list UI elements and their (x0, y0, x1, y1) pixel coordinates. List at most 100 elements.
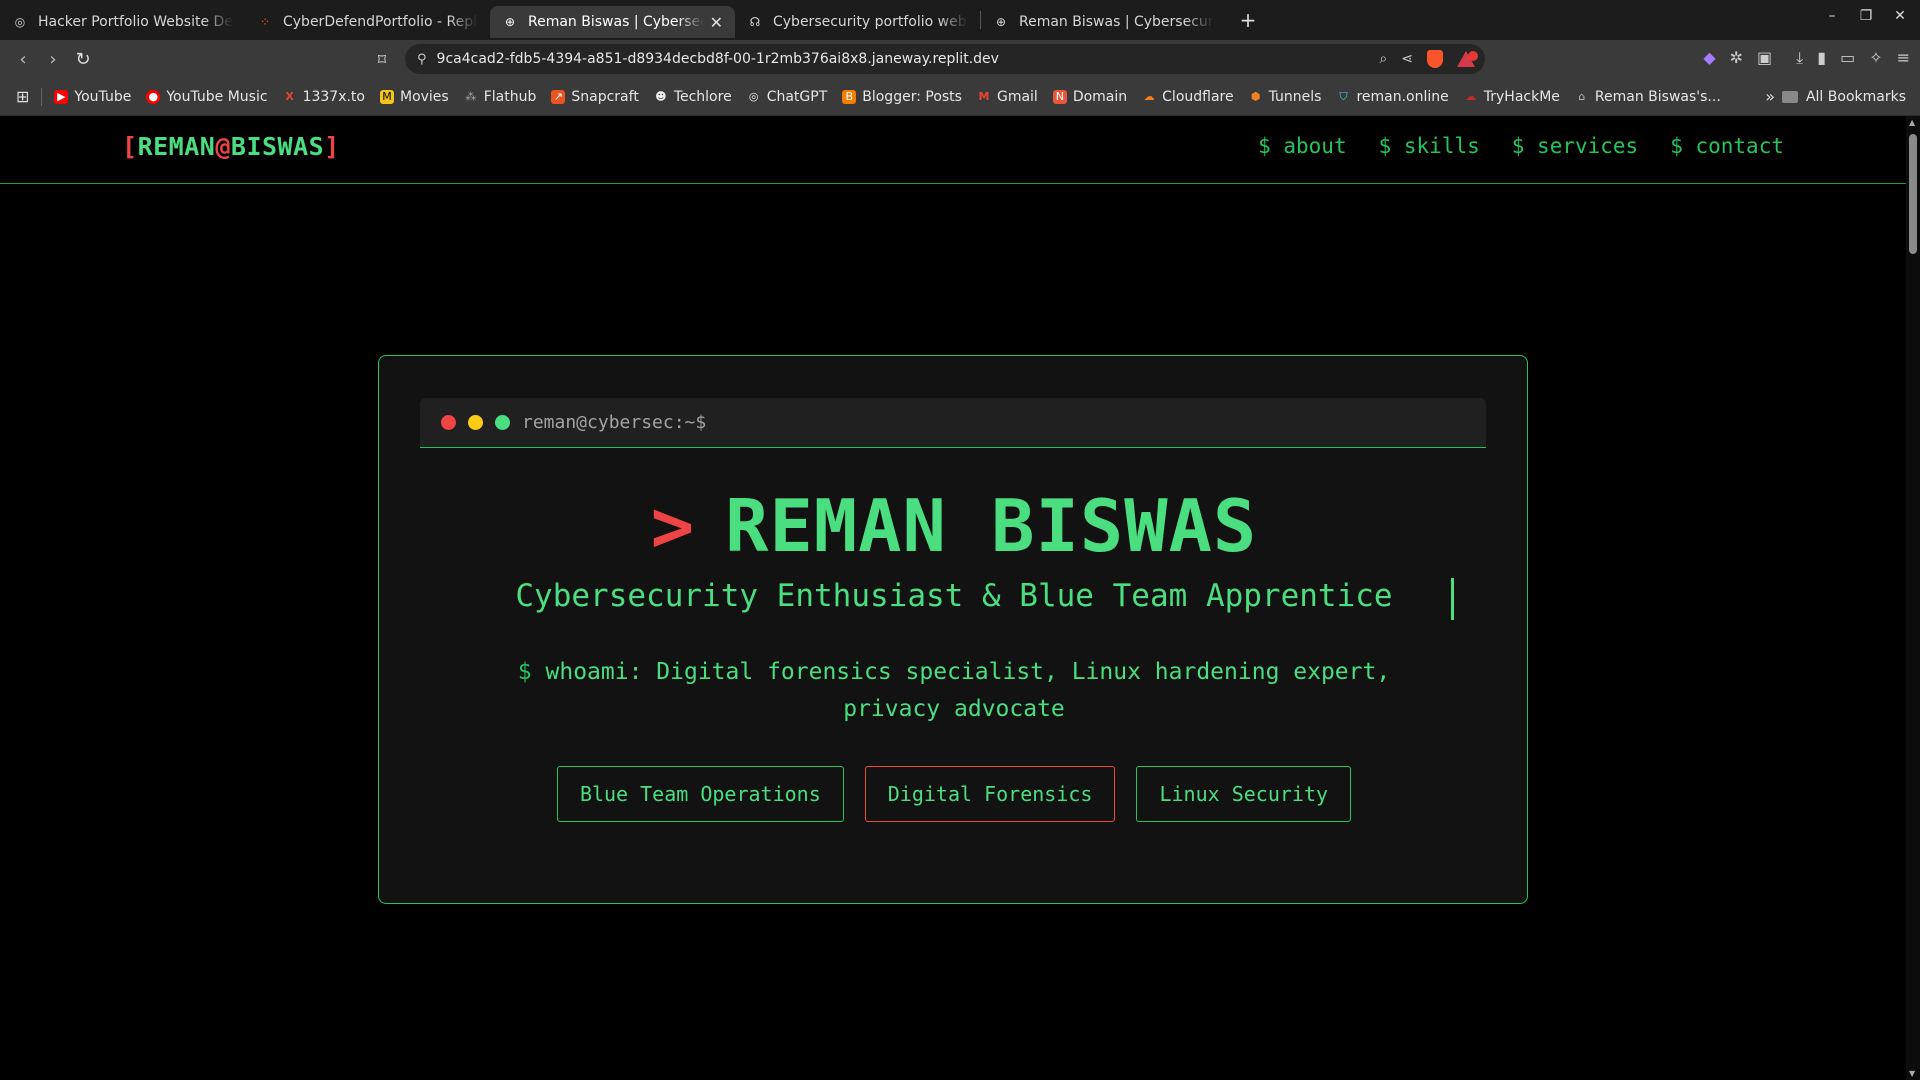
url-text[interactable]: 9ca4cad2-fdb5-4394-a851-d8934decbd8f-00-… (437, 51, 999, 67)
menu-icon[interactable]: ≡ (1897, 48, 1910, 68)
tab-5[interactable]: ⊕ Reman Biswas | Cybersecurity P (981, 6, 1226, 38)
site-info-icon[interactable]: ⚲ (417, 52, 427, 67)
bookmark-domain[interactable]: N Domain (1052, 89, 1127, 105)
gmail-icon: M (978, 90, 990, 103)
apps-grid-icon[interactable]: ⊞ (16, 87, 29, 106)
reload-button[interactable]: ↻ (68, 44, 98, 74)
snapcraft-icon: ↗ (551, 89, 566, 104)
hero-terminal: reman@cybersec:~$ > REMAN BISWAS Cybersec… (378, 355, 1528, 904)
green-dot-icon (495, 415, 510, 430)
forward-button[interactable]: › (38, 44, 68, 74)
chip-digital-forensics[interactable]: Digital Forensics (864, 766, 1116, 822)
close-tab-icon[interactable]: ✕ (710, 13, 723, 32)
extensions-icon[interactable]: ✲ (1730, 48, 1743, 68)
tab-strip: ◎ Hacker Portfolio Website Design ⁘ Cybe… (0, 0, 1920, 40)
bookmark-blogger[interactable]: B Blogger: Posts (842, 89, 962, 105)
tab-3-active[interactable]: ⊕ Reman Biswas | Cybersecur ✕ (490, 6, 735, 38)
bookmark-snapcraft[interactable]: ↗ Snapcraft (551, 88, 639, 105)
reload-icon: ↻ (75, 48, 91, 70)
tab-4[interactable]: ☊ Cybersecurity portfolio website (735, 6, 980, 38)
bookmark-reman-biswas[interactable]: ⌂ Reman Biswas's... (1575, 88, 1721, 105)
more-bookmarks-button[interactable]: » (1765, 87, 1775, 106)
ai-icon[interactable]: ✧ (1869, 48, 1882, 68)
browser-toolbar: ‹ › ↻ ⌑ ⚲ 9ca4cad2-fdb5-4394-a851-d8934d… (0, 40, 1920, 78)
bookmark-youtube[interactable]: ▶ YouTube (54, 89, 131, 105)
bookmark-tunnels[interactable]: ⬢ Tunnels (1249, 89, 1322, 105)
typing-cursor (1451, 578, 1454, 620)
screenshot-icon[interactable]: ▣ (1757, 48, 1772, 68)
brave-rewards-icon[interactable] (1457, 51, 1478, 67)
whoami-text: whoami: Digital forensics specialist, Li… (545, 659, 1391, 722)
bookmark-techlore[interactable]: ☻ Techlore (654, 89, 732, 105)
bookmark-tryhackme[interactable]: ☁ TryHackMe (1464, 89, 1560, 105)
scroll-up-icon[interactable]: ▲ (1909, 118, 1915, 127)
all-bookmarks-button[interactable]: All Bookmarks (1781, 89, 1906, 105)
restore-icon[interactable]: ❐ (1858, 8, 1874, 24)
back-button[interactable]: ‹ (8, 44, 38, 74)
skill-chips: Blue Team Operations Digital Forensics L… (379, 766, 1529, 822)
back-arrow-icon: ‹ (19, 48, 27, 70)
terminal-title-bar: reman@cybersec:~$ (420, 398, 1486, 448)
scroll-down-icon[interactable]: ▼ (1909, 1069, 1915, 1078)
bookmark-movies[interactable]: M Movies (379, 89, 449, 105)
tab-2[interactable]: ⁘ CyberDefendPortfolio - Replit (245, 6, 490, 38)
chip-linux-security[interactable]: Linux Security (1136, 766, 1352, 822)
1337x-icon: X (285, 90, 294, 103)
bookmark-label: YouTube Music (166, 88, 268, 105)
logo-bracket-open: [ (122, 132, 138, 161)
forward-arrow-icon: › (49, 48, 57, 70)
chatgpt-icon: ◎ (748, 90, 759, 103)
nav-contact[interactable]: $ contact (1670, 134, 1784, 158)
brave-shields-icon[interactable] (1427, 50, 1443, 68)
tryhackme-icon: ☁ (1465, 90, 1477, 103)
new-tab-button[interactable]: + (1234, 6, 1262, 34)
bookmark-cloudflare[interactable]: ☁ Cloudflare (1142, 89, 1234, 105)
extension-tools: ◆ ✲ ▣ ⤓ ▮ ▭ ✧ ≡ (1703, 48, 1910, 68)
youtube-music-icon: ● (146, 89, 161, 104)
bookmarks-bar: ⊞ ▶ YouTube ● YouTube Music X 1337x.to M Mov… (0, 78, 1920, 116)
bookmark-gmail[interactable]: M Gmail (977, 88, 1038, 105)
sidebar-icon[interactable]: ▮ (1817, 48, 1826, 68)
bookmark-label: Flathub (483, 88, 537, 105)
zoom-icon[interactable]: ⌕ (1379, 51, 1387, 67)
bookmark-page-button[interactable]: ⌑ (367, 44, 397, 74)
nav-about[interactable]: $ about (1258, 134, 1347, 158)
bookmark-chatgpt[interactable]: ◎ ChatGPT (747, 89, 827, 105)
flathub-icon: ⁂ (465, 90, 477, 103)
nav-skills[interactable]: $ skills (1379, 134, 1480, 158)
bookmark-label: Snapcraft (571, 88, 639, 105)
page-scrollbar[interactable]: ▲ ▼ (1906, 116, 1920, 1080)
nav-services[interactable]: $ services (1512, 134, 1638, 158)
minimize-icon[interactable]: – (1824, 8, 1840, 24)
web-page: [REMAN@BISWAS] $ about $ skills $ servic… (0, 116, 1906, 1080)
tab-title: Reman Biswas | Cybersecurity P (1019, 14, 1214, 30)
leo-icon[interactable]: ◆ (1703, 48, 1715, 68)
site-logo[interactable]: [REMAN@BISWAS] (122, 132, 340, 161)
bookmark-icon: ⌑ (377, 49, 387, 69)
chip-blue-team[interactable]: Blue Team Operations (556, 766, 844, 822)
bookmark-label: Gmail (996, 88, 1038, 105)
tab-title: Cybersecurity portfolio website (773, 14, 968, 30)
bookmark-flathub[interactable]: ⁂ Flathub (464, 88, 537, 105)
tab-title: Hacker Portfolio Website Design (38, 14, 233, 30)
tab-1[interactable]: ◎ Hacker Portfolio Website Design (0, 6, 245, 38)
chatgpt-icon: ◎ (14, 15, 26, 29)
whoami-prefix: $ (517, 659, 532, 685)
scrollbar-thumb[interactable] (1909, 134, 1917, 254)
shield-icon: ⛉ (1339, 89, 1348, 103)
wallet-icon[interactable]: ▭ (1840, 48, 1855, 68)
tab-title: Reman Biswas | Cybersecur (528, 14, 704, 30)
bookmark-label: Reman Biswas's... (1594, 88, 1721, 105)
bookmark-youtube-music[interactable]: ● YouTube Music (146, 88, 268, 105)
download-icon[interactable]: ⤓ (1796, 48, 1803, 68)
bookmark-label: TryHackMe (1483, 88, 1560, 105)
folder-icon (1781, 90, 1798, 103)
yellow-dot-icon (468, 415, 483, 430)
bookmark-label: Techlore (673, 88, 732, 105)
tunnels-icon: ⬢ (1250, 90, 1261, 103)
share-icon[interactable]: ⋖ (1401, 51, 1413, 67)
bookmark-1337x[interactable]: X 1337x.to (283, 89, 365, 105)
close-window-icon[interactable]: ✕ (1892, 8, 1908, 24)
bookmark-reman-online[interactable]: ⛉ reman.online (1336, 89, 1448, 105)
address-bar[interactable]: ⚲ 9ca4cad2-fdb5-4394-a851-d8934decbd8f-0… (405, 44, 1485, 74)
